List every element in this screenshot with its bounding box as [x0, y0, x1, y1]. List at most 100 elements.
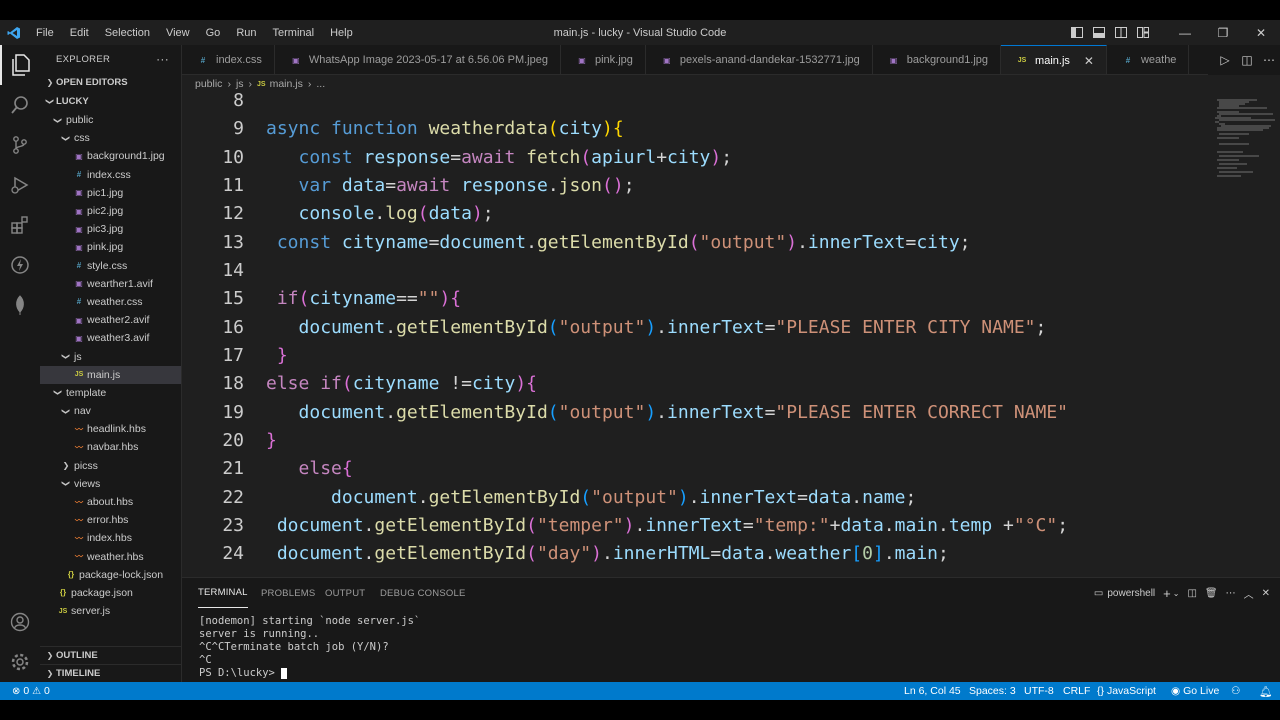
- tree-folder[interactable]: ❯ public: [40, 111, 181, 129]
- files-icon[interactable]: [0, 45, 40, 85]
- menu-edit[interactable]: Edit: [62, 27, 97, 39]
- tab-output[interactable]: OUTPUT: [325, 578, 365, 608]
- editor-tab[interactable]: JS main.js ✕: [1001, 45, 1107, 74]
- outline-section[interactable]: ❯ OUTLINE: [40, 646, 181, 664]
- chevron-down-icon[interactable]: ⌄: [1173, 589, 1180, 598]
- more-actions-icon[interactable]: ···: [156, 52, 169, 66]
- settings-gear-icon[interactable]: [0, 642, 40, 682]
- encoding-status[interactable]: UTF-8: [1024, 682, 1054, 700]
- new-terminal-icon[interactable]: +: [1163, 586, 1171, 601]
- menu-go[interactable]: Go: [198, 27, 229, 39]
- editor-tab[interactable]: ▣ background1.jpg: [873, 45, 1002, 74]
- close-panel-icon[interactable]: ✕: [1262, 588, 1270, 599]
- workspace-root-section[interactable]: ❯ LUCKY: [40, 92, 181, 111]
- minimize-button[interactable]: —: [1166, 20, 1204, 45]
- more-actions-icon[interactable]: ⋯: [1258, 53, 1280, 67]
- code-editor[interactable]: 8 9 async function weatherdata(city){10 co…: [182, 93, 1206, 577]
- split-editor-icon[interactable]: ◫: [1236, 53, 1258, 67]
- toggle-panel-icon[interactable]: [1088, 20, 1110, 45]
- minimap[interactable]: [1206, 93, 1280, 577]
- source-control-icon[interactable]: [0, 125, 40, 165]
- timeline-section[interactable]: ❯ TIMELINE: [40, 664, 181, 682]
- problems-status[interactable]: ⊗ 0 ⚠ 0: [12, 682, 50, 700]
- tree-file[interactable]: 〰 weather.hbs: [40, 548, 181, 566]
- tree-file[interactable]: ▣ weather2.avif: [40, 311, 181, 329]
- tree-file[interactable]: {} package.json: [40, 584, 181, 602]
- tree-folder[interactable]: ❯ js: [40, 347, 181, 365]
- editor-tab[interactable]: ▣ pink.jpg: [561, 45, 646, 74]
- tree-folder[interactable]: ❯ views: [40, 475, 181, 493]
- tree-file[interactable]: ▣ background1.jpg: [40, 147, 181, 165]
- tree-file[interactable]: 〰 index.hbs: [40, 529, 181, 547]
- breadcrumb-folder-js[interactable]: js: [236, 78, 244, 90]
- menu-terminal[interactable]: Terminal: [265, 27, 323, 39]
- language-mode[interactable]: {} JavaScript: [1097, 682, 1156, 700]
- terminal-shell-label[interactable]: powershell: [1107, 588, 1155, 599]
- terminal-prompt[interactable]: PS D:\lucky>: [199, 667, 288, 680]
- eol-status[interactable]: CRLF: [1063, 682, 1090, 700]
- tree-file[interactable]: 〰 navbar.hbs: [40, 438, 181, 456]
- tree-file[interactable]: # index.css: [40, 166, 181, 184]
- menu-run[interactable]: Run: [228, 27, 264, 39]
- tree-folder[interactable]: ❯ css: [40, 129, 181, 147]
- go-live-button[interactable]: ◉ Go Live: [1171, 682, 1219, 700]
- tree-folder[interactable]: ❯ nav: [40, 402, 181, 420]
- split-terminal-icon[interactable]: ◫: [1187, 588, 1196, 599]
- notifications-bell-icon[interactable]: 🔔︎: [1259, 682, 1272, 700]
- restore-button[interactable]: ❐: [1204, 20, 1242, 45]
- remote-icon[interactable]: [0, 245, 40, 285]
- cursor-position[interactable]: Ln 6, Col 45: [904, 682, 961, 700]
- maximize-panel-icon[interactable]: ︿: [1244, 586, 1254, 601]
- tree-file[interactable]: 〰 about.hbs: [40, 493, 181, 511]
- tab-problems[interactable]: PROBLEMS: [261, 578, 315, 608]
- toggle-primary-sidebar-icon[interactable]: [1066, 20, 1088, 45]
- editor-tab[interactable]: # index.css: [182, 45, 275, 74]
- menu-help[interactable]: Help: [322, 27, 361, 39]
- close-window-button[interactable]: ✕: [1242, 20, 1280, 45]
- tree-file[interactable]: ▣ pic1.jpg: [40, 184, 181, 202]
- extensions-icon[interactable]: [0, 205, 40, 245]
- open-editors-section[interactable]: ❯ OPEN EDITORS: [40, 73, 181, 92]
- tree-file[interactable]: 〰 error.hbs: [40, 511, 181, 529]
- terminal-prompt-text: PS D:\lucky>: [199, 667, 282, 679]
- menu-view[interactable]: View: [158, 27, 198, 39]
- tree-file[interactable]: ▣ wearther1.avif: [40, 275, 181, 293]
- tree-file[interactable]: {} package-lock.json: [40, 566, 181, 584]
- editor-tab[interactable]: # weathe: [1107, 45, 1190, 74]
- tree-file[interactable]: JS server.js: [40, 602, 181, 620]
- menu-selection[interactable]: Selection: [97, 27, 158, 39]
- account-icon[interactable]: [0, 602, 40, 642]
- accounts-status-icon[interactable]: ⚇: [1231, 682, 1240, 700]
- run-debug-icon[interactable]: [0, 165, 40, 205]
- editor-tab[interactable]: ▣ WhatsApp Image 2023-05-17 at 6.56.06 PM…: [275, 45, 561, 74]
- indentation-status[interactable]: Spaces: 3: [969, 682, 1016, 700]
- breadcrumb-file-main-js[interactable]: main.js: [270, 78, 303, 90]
- tree-file[interactable]: ▣ pink.jpg: [40, 238, 181, 256]
- toggle-secondary-sidebar-icon[interactable]: [1110, 20, 1132, 45]
- tree-file[interactable]: ▣ weather3.avif: [40, 329, 181, 347]
- code-token: ): [786, 231, 798, 253]
- mongodb-leaf-icon[interactable]: [0, 285, 40, 325]
- tab-terminal[interactable]: TERMINAL: [198, 578, 248, 608]
- more-actions-icon[interactable]: ⋯: [1226, 588, 1236, 599]
- menu-file[interactable]: File: [28, 27, 62, 39]
- trash-icon[interactable]: 🗑: [1205, 588, 1218, 599]
- run-file-icon[interactable]: ▷: [1214, 53, 1236, 67]
- tree-file[interactable]: ▣ pic3.jpg: [40, 220, 181, 238]
- close-icon[interactable]: ✕: [1084, 54, 1094, 68]
- tree-folder[interactable]: ❯ picss: [40, 457, 181, 475]
- tree-file[interactable]: # weather.css: [40, 293, 181, 311]
- tab-debug-console[interactable]: DEBUG CONSOLE: [380, 578, 465, 608]
- tree-folder[interactable]: ❯ template: [40, 384, 181, 402]
- tree-file[interactable]: # style.css: [40, 257, 181, 275]
- tree-file[interactable]: 〰 headlink.hbs: [40, 420, 181, 438]
- breadcrumb-ellipsis[interactable]: ...: [316, 78, 325, 90]
- search-icon[interactable]: [0, 85, 40, 125]
- customize-layout-icon[interactable]: [1132, 20, 1154, 45]
- tree-file[interactable]: JS main.js: [40, 365, 181, 384]
- editor-tab[interactable]: ▣ pexels-anand-dandekar-1532771.jpg: [646, 45, 873, 74]
- tree-file[interactable]: ▣ pic2.jpg: [40, 202, 181, 220]
- breadcrumb-folder-public[interactable]: public: [195, 78, 222, 90]
- code-token: ): [591, 543, 602, 565]
